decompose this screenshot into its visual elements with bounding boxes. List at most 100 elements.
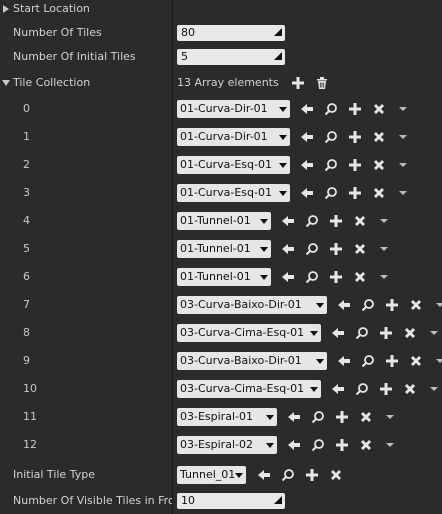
element-options-caret-icon[interactable] xyxy=(383,410,397,424)
insert-plus-icon[interactable] xyxy=(385,354,399,368)
browse-magnifier-icon[interactable] xyxy=(311,438,325,452)
array-element-dropdown[interactable]: 01-Curva-Esq-01 xyxy=(177,184,290,202)
array-element-value: 01-Curva-Esq-01 xyxy=(180,158,272,171)
insert-plus-icon[interactable] xyxy=(329,214,343,228)
element-options-caret-icon[interactable] xyxy=(427,382,441,396)
array-element-dropdown[interactable]: 01-Tunnel-01 xyxy=(177,212,271,230)
browse-magnifier-icon[interactable] xyxy=(324,130,338,144)
use-selected-arrow-icon[interactable] xyxy=(337,298,351,312)
array-element-dropdown[interactable]: 03-Curva-Cima-Esq-01 xyxy=(177,324,321,342)
use-selected-arrow-icon[interactable] xyxy=(337,354,351,368)
array-element-dropdown[interactable]: 03-Espiral-01 xyxy=(177,408,277,426)
element-options-caret-icon[interactable] xyxy=(396,130,410,144)
array-element-index: 8 xyxy=(23,326,30,339)
dropdown-arrow-icon xyxy=(260,219,268,224)
insert-plus-icon[interactable] xyxy=(335,438,349,452)
use-selected-arrow-icon[interactable] xyxy=(331,382,345,396)
use-selected-arrow-icon[interactable] xyxy=(300,102,314,116)
insert-plus-icon[interactable] xyxy=(385,298,399,312)
browse-magnifier-icon[interactable] xyxy=(281,468,295,482)
browse-magnifier-icon[interactable] xyxy=(355,382,369,396)
element-options-caret-icon[interactable] xyxy=(396,102,410,116)
element-options-caret-icon[interactable] xyxy=(427,326,441,340)
array-element-dropdown[interactable]: 01-Curva-Dir-01 xyxy=(177,100,290,118)
use-selected-arrow-icon[interactable] xyxy=(300,186,314,200)
insert-plus-icon[interactable] xyxy=(379,326,393,340)
collapse-arrow-icon[interactable] xyxy=(2,80,10,86)
insert-plus-icon[interactable] xyxy=(348,130,362,144)
use-selected-arrow-icon[interactable] xyxy=(281,270,295,284)
delete-x-icon[interactable] xyxy=(353,270,367,284)
array-element-dropdown[interactable]: 03-Curva-Baixo-Dir-01 xyxy=(177,352,327,370)
number-of-initial-tiles-input[interactable]: 5 xyxy=(177,49,285,65)
insert-plus-icon[interactable] xyxy=(335,410,349,424)
element-options-caret-icon[interactable] xyxy=(433,354,442,368)
delete-x-icon[interactable] xyxy=(372,102,386,116)
array-element-dropdown[interactable]: 01-Tunnel-01 xyxy=(177,240,271,258)
browse-magnifier-icon[interactable] xyxy=(324,102,338,116)
clear-x-icon[interactable] xyxy=(329,468,343,482)
initial-tile-type-dropdown[interactable]: Tunnel_01 xyxy=(177,466,246,484)
browse-magnifier-icon[interactable] xyxy=(324,186,338,200)
delete-x-icon[interactable] xyxy=(409,354,423,368)
dropdown-arrow-icon xyxy=(266,443,274,448)
array-element-dropdown[interactable]: 03-Curva-Baixo-Dir-01 xyxy=(177,296,327,314)
array-element-row: 6 01-Tunnel-01 xyxy=(0,264,442,290)
array-element-dropdown[interactable]: 01-Curva-Esq-01 xyxy=(177,156,290,174)
initial-tile-type-label: Initial Tile Type xyxy=(13,468,95,481)
browse-magnifier-icon[interactable] xyxy=(311,410,325,424)
dropdown-arrow-icon xyxy=(235,473,243,478)
use-selected-arrow-icon[interactable] xyxy=(281,242,295,256)
insert-plus-icon[interactable] xyxy=(379,382,393,396)
number-of-tiles-input[interactable]: 80 xyxy=(177,25,285,41)
browse-magnifier-icon[interactable] xyxy=(305,242,319,256)
insert-plus-icon[interactable] xyxy=(329,242,343,256)
delete-x-icon[interactable] xyxy=(403,326,417,340)
element-options-caret-icon[interactable] xyxy=(396,158,410,172)
delete-x-icon[interactable] xyxy=(353,214,367,228)
use-selected-arrow-icon[interactable] xyxy=(331,326,345,340)
delete-x-icon[interactable] xyxy=(403,382,417,396)
delete-x-icon[interactable] xyxy=(372,158,386,172)
use-selected-arrow-icon[interactable] xyxy=(300,158,314,172)
visible-tiles-input[interactable]: 10 xyxy=(177,493,285,509)
element-options-caret-icon[interactable] xyxy=(383,438,397,452)
delete-x-icon[interactable] xyxy=(372,186,386,200)
element-options-caret-icon[interactable] xyxy=(433,298,442,312)
array-element-dropdown[interactable]: 03-Curva-Cima-Esq-01 xyxy=(177,380,321,398)
element-options-caret-icon[interactable] xyxy=(377,270,391,284)
delete-x-icon[interactable] xyxy=(353,242,367,256)
delete-x-icon[interactable] xyxy=(372,130,386,144)
trash-icon[interactable] xyxy=(315,76,329,90)
browse-magnifier-icon[interactable] xyxy=(324,158,338,172)
browse-magnifier-icon[interactable] xyxy=(361,354,375,368)
browse-magnifier-icon[interactable] xyxy=(305,270,319,284)
delete-x-icon[interactable] xyxy=(359,410,373,424)
use-selected-arrow-icon[interactable] xyxy=(287,410,301,424)
array-element-dropdown[interactable]: 01-Tunnel-01 xyxy=(177,268,271,286)
insert-plus-icon[interactable] xyxy=(348,186,362,200)
array-element-dropdown[interactable]: 01-Curva-Dir-01 xyxy=(177,128,290,146)
array-element-row: 7 03-Curva-Baixo-Dir-01 xyxy=(0,292,442,318)
use-selected-arrow-icon[interactable] xyxy=(257,468,271,482)
delete-x-icon[interactable] xyxy=(359,438,373,452)
add-element-icon[interactable] xyxy=(291,76,305,90)
array-element-row: 2 01-Curva-Esq-01 xyxy=(0,152,442,178)
element-options-caret-icon[interactable] xyxy=(377,242,391,256)
browse-magnifier-icon[interactable] xyxy=(305,214,319,228)
insert-plus-icon[interactable] xyxy=(348,158,362,172)
array-element-dropdown[interactable]: 03-Espiral-02 xyxy=(177,436,277,454)
use-selected-arrow-icon[interactable] xyxy=(300,130,314,144)
browse-magnifier-icon[interactable] xyxy=(355,326,369,340)
array-element-row: 8 03-Curva-Cima-Esq-01 xyxy=(0,320,442,346)
use-selected-arrow-icon[interactable] xyxy=(287,438,301,452)
element-options-caret-icon[interactable] xyxy=(396,186,410,200)
element-options-caret-icon[interactable] xyxy=(377,214,391,228)
insert-plus-icon[interactable] xyxy=(348,102,362,116)
insert-plus-icon[interactable] xyxy=(329,270,343,284)
use-selected-arrow-icon[interactable] xyxy=(281,214,295,228)
expand-arrow-icon[interactable] xyxy=(3,5,9,13)
delete-x-icon[interactable] xyxy=(409,298,423,312)
browse-magnifier-icon[interactable] xyxy=(361,298,375,312)
insert-plus-icon[interactable] xyxy=(305,468,319,482)
